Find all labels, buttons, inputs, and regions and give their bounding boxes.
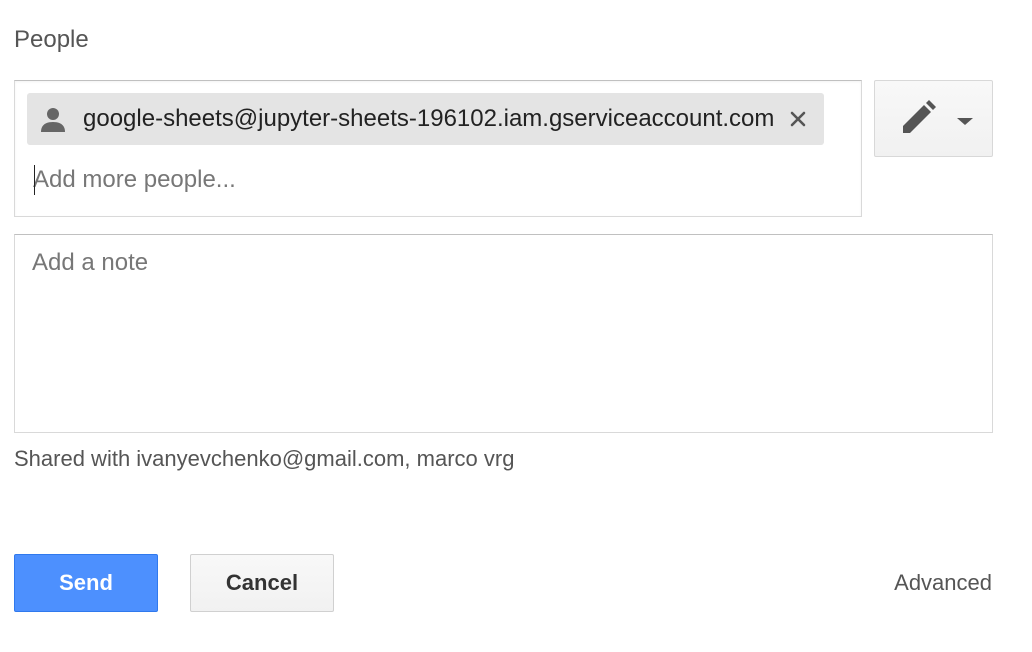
send-button[interactable]: Send [14, 554, 158, 612]
shared-with-text: Shared with ivanyevchenko@gmail.com, mar… [14, 446, 515, 471]
recipient-email: google-sheets@jupyter-sheets-196102.iam.… [83, 105, 775, 132]
person-icon [39, 105, 67, 133]
section-title: People [14, 26, 89, 53]
cancel-button[interactable]: Cancel [190, 554, 334, 612]
close-icon [790, 111, 806, 127]
chevron-down-icon [957, 118, 973, 125]
add-people-input[interactable] [33, 163, 833, 197]
recipient-chip[interactable]: google-sheets@jupyter-sheets-196102.iam.… [27, 93, 824, 145]
people-input-box[interactable]: google-sheets@jupyter-sheets-196102.iam.… [14, 80, 862, 217]
note-textarea[interactable] [14, 234, 993, 433]
pencil-icon [899, 99, 937, 137]
remove-recipient-button[interactable] [784, 105, 812, 133]
advanced-link[interactable]: Advanced [894, 570, 992, 596]
text-cursor [34, 165, 35, 195]
permission-dropdown-button[interactable] [874, 80, 993, 157]
